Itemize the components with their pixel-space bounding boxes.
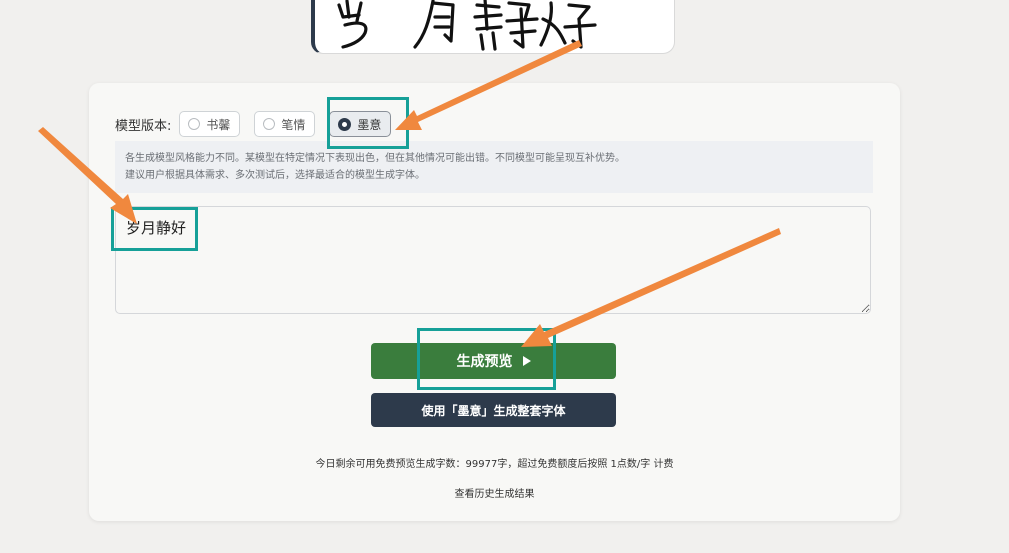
hint-line-1: 各生成模型风格能力不同。某模型在特定情况下表现出色，但在其他情况可能出错。不同模…	[125, 153, 625, 164]
radio-selected-icon	[338, 117, 352, 131]
radio-icon	[263, 118, 276, 130]
generate-full-font-label: 使用「墨意」生成整套字体	[421, 403, 566, 418]
model-option-label: 笔情	[281, 117, 306, 132]
sample-text-input[interactable]: 岁月静好	[115, 206, 871, 314]
model-version-label: 模型版本:	[115, 118, 172, 134]
quota-text: 今日剩余可用免费预览生成字数：99977字，超过免费额度后按照 1点数/字 计费	[315, 459, 674, 470]
play-triangle-icon	[522, 356, 531, 366]
history-results-link[interactable]: 查看历史生成结果	[89, 485, 900, 500]
model-version-row: 模型版本: 书馨 笔情 墨意	[115, 110, 405, 138]
font-preview-card	[311, 0, 675, 54]
handwriting-preview-image	[337, 0, 597, 51]
model-option-label: 书馨	[206, 117, 231, 132]
model-option-shuxin[interactable]: 书馨	[179, 111, 241, 137]
generation-panel: 模型版本: 书馨 笔情 墨意 各生成模型风格能力不同。某模型在特定情况下表现出色…	[89, 83, 900, 521]
hint-line-2: 建议用户根据具体需求、多次测试后，选择最适合的模型生成字体。	[125, 170, 425, 181]
model-option-biqing[interactable]: 笔情	[254, 111, 316, 137]
model-option-label: 墨意	[357, 117, 382, 132]
generate-preview-label: 生成预览	[456, 353, 513, 369]
radio-icon	[188, 118, 201, 130]
generate-preview-button[interactable]: 生成预览	[371, 343, 616, 379]
model-option-moyi[interactable]: 墨意	[329, 111, 392, 137]
generate-full-font-button[interactable]: 使用「墨意」生成整套字体	[371, 393, 616, 427]
model-hint-box: 各生成模型风格能力不同。某模型在特定情况下表现出色，但在其他情况可能出错。不同模…	[115, 141, 873, 193]
